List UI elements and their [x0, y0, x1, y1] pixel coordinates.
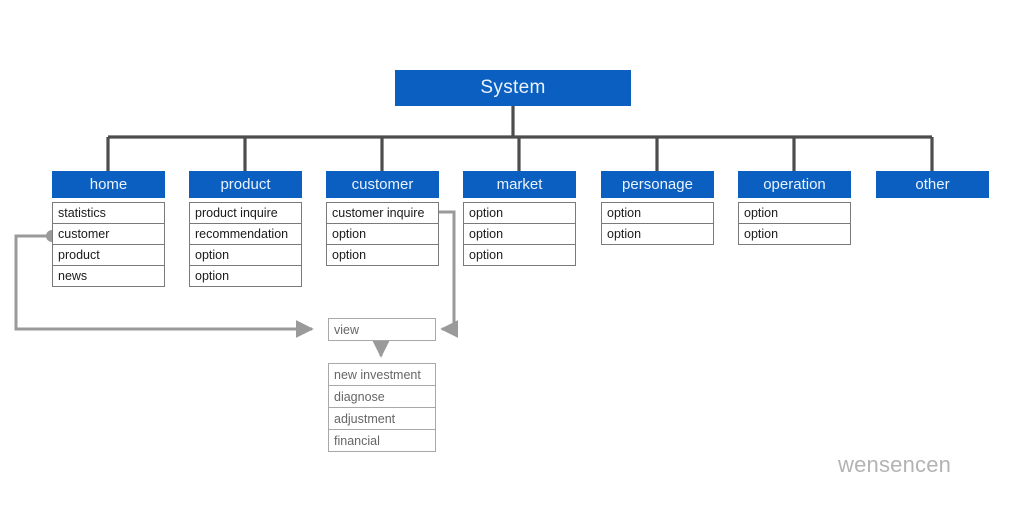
list-item[interactable]: option [190, 266, 301, 287]
column-header-home[interactable]: home [52, 171, 165, 198]
list-item[interactable]: option [464, 245, 575, 266]
list-item[interactable]: option [739, 224, 850, 245]
column-header-market[interactable]: market [463, 171, 576, 198]
column-operation: operation option option [738, 171, 851, 245]
column-header-label: personage [622, 176, 693, 193]
flow-node-view-label: view [329, 319, 435, 341]
list-item[interactable]: recommendation [190, 224, 301, 245]
flow-node-detail-list: new investment diagnose adjustment finan… [328, 363, 436, 452]
column-items-product: product inquire recommendation option op… [189, 202, 302, 287]
watermark: wensencen [838, 452, 952, 477]
column-header-operation[interactable]: operation [738, 171, 851, 198]
list-item[interactable]: product inquire [190, 203, 301, 224]
column-items-market: option option option [463, 202, 576, 266]
column-header-label: home [89, 176, 128, 193]
list-item[interactable]: option [464, 224, 575, 245]
list-item[interactable]: new investment [329, 364, 435, 386]
column-customer: customer customer inquire option option [326, 171, 439, 266]
list-item[interactable]: news [53, 266, 164, 287]
column-header-label: customer [351, 176, 414, 193]
list-item[interactable]: customer [53, 224, 164, 245]
column-other: other [876, 171, 989, 202]
column-header-product[interactable]: product [189, 171, 302, 198]
list-item[interactable]: option [739, 203, 850, 224]
column-header-label: operation [763, 176, 826, 193]
column-home: home statistics customer product news [52, 171, 165, 287]
column-product: product product inquire recommendation o… [189, 171, 302, 287]
list-item[interactable]: option [464, 203, 575, 224]
column-header-label: product [220, 176, 271, 193]
column-items-personage: option option [601, 202, 714, 245]
list-item[interactable]: diagnose [329, 386, 435, 408]
column-items-operation: option option [738, 202, 851, 245]
list-item[interactable]: customer inquire [327, 203, 438, 224]
column-items-customer: customer inquire option option [326, 202, 439, 266]
root-node-system[interactable]: System [395, 70, 631, 106]
list-item[interactable]: statistics [53, 203, 164, 224]
list-item[interactable]: financial [329, 430, 435, 452]
list-item[interactable]: option [602, 203, 713, 224]
list-item[interactable]: option [190, 245, 301, 266]
column-header-label: market [496, 176, 543, 193]
list-item[interactable]: option [602, 224, 713, 245]
diagram-canvas: System home statistics customer product … [0, 0, 1017, 513]
column-header-personage[interactable]: personage [601, 171, 714, 198]
tree-connectors [106, 106, 934, 171]
column-header-other[interactable]: other [876, 171, 989, 198]
root-node-label: System [480, 77, 546, 98]
flow-node-view[interactable]: view [328, 318, 436, 341]
list-item[interactable]: option [327, 224, 438, 245]
column-personage: personage option option [601, 171, 714, 245]
column-items-home: statistics customer product news [52, 202, 165, 287]
list-item[interactable]: adjustment [329, 408, 435, 430]
column-header-customer[interactable]: customer [326, 171, 439, 198]
column-market: market option option option [463, 171, 576, 266]
list-item[interactable]: option [327, 245, 438, 266]
column-header-label: other [915, 176, 950, 193]
list-item[interactable]: product [53, 245, 164, 266]
